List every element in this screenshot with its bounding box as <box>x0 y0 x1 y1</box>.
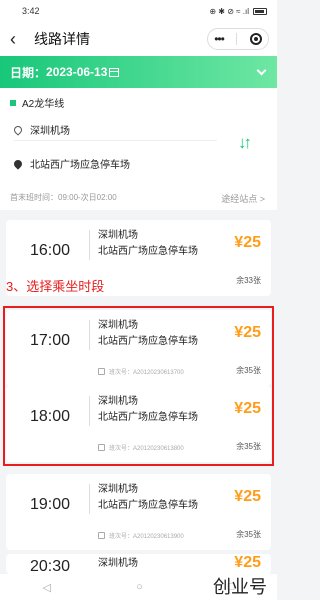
trip-stops: 深圳机场 <box>98 556 138 572</box>
destination-pin-icon <box>12 157 24 170</box>
trip-price: ¥25 <box>234 234 261 251</box>
status-icons-text: ⊕ ✱ ⊘ ≈ .ıl <box>209 6 249 16</box>
date-value: 2023-06-13 <box>46 65 108 79</box>
mini-program-capsule: ••• <box>207 28 269 50</box>
origin-stop: 深圳机场 <box>30 126 70 137</box>
service-hours: 首末班时间：09:00-次日02:00 <box>10 193 117 202</box>
trip-time: 16:00 <box>30 242 71 259</box>
page-title: 线路详情 <box>34 31 90 47</box>
trip-remaining: 余35张 <box>236 530 261 539</box>
trip-from: 深圳机场 <box>98 558 138 569</box>
watermark: 创业号 <box>213 577 267 597</box>
nav-bar: ‹ 线路详情 ••• <box>0 22 277 56</box>
trip-to: 北站西广场应急停车场 <box>98 246 198 257</box>
trip-time: 19:00 <box>30 496 71 513</box>
trip-card[interactable]: 20:30 深圳机场 ¥25 <box>6 554 271 574</box>
via-stops-link[interactable]: 途经站点 > <box>221 192 265 205</box>
trip-bus-no: 班次号：A20120230613900 <box>98 531 184 540</box>
swap-direction-icon[interactable]: ↓↑ <box>238 133 252 153</box>
stop-connector <box>89 230 90 260</box>
stop-connector <box>89 484 90 514</box>
bus-icon <box>98 532 105 539</box>
date-label: 日期： <box>10 65 47 80</box>
route-marker-icon <box>10 99 16 106</box>
route-name: A2龙华线 <box>22 99 65 110</box>
system-home-icon[interactable]: ○ <box>136 581 143 593</box>
status-icons: ⊕ ✱ ⊘ ≈ .ıl <box>209 7 267 16</box>
calendar-icon <box>109 67 120 77</box>
trip-stops: 深圳机场 北站西广场应急停车场 <box>98 482 198 514</box>
status-bar: 3:42 ⊕ ✱ ⊘ ≈ .ıl <box>0 0 277 22</box>
selection-highlight <box>3 306 274 466</box>
trip-remaining: 余33张 <box>236 276 261 285</box>
route-divider <box>14 140 217 141</box>
battery-icon <box>253 7 267 15</box>
destination-stop: 北站西广场应急停车场 <box>30 160 130 171</box>
date-selector[interactable]: 日期： 2023-06-13 <box>0 56 277 88</box>
trip-price: ¥25 <box>234 488 261 505</box>
destination-row: 北站西广场应急停车场 <box>12 156 130 171</box>
capsule-divider <box>236 33 238 45</box>
trip-time: 20:30 <box>30 558 71 574</box>
trip-from: 深圳机场 <box>98 230 138 241</box>
system-back-icon[interactable]: ◁ <box>43 581 51 594</box>
back-arrow-icon[interactable]: ‹ <box>10 30 28 48</box>
origin-row: 深圳机场 <box>12 122 70 137</box>
chevron-down-icon <box>256 65 267 76</box>
status-time: 3:42 <box>22 6 40 16</box>
trip-stops: 深圳机场 北站西广场应急停车场 <box>98 228 198 260</box>
route-card: A2龙华线 深圳机场 北站西广场应急停车场 ↓↑ 首末班时间：09:00-次日0… <box>0 88 277 210</box>
more-menu-icon[interactable]: ••• <box>214 32 225 46</box>
close-miniprogram-icon[interactable] <box>249 33 262 45</box>
hours-row: 首末班时间：09:00-次日02:00 途经站点 > <box>10 192 265 205</box>
step-annotation: 3、选择乘坐时段 <box>6 279 105 294</box>
trip-price: ¥25 <box>234 554 261 571</box>
bus-number: 班次号：A20120230613900 <box>109 534 184 540</box>
trip-to: 北站西广场应急停车场 <box>98 500 198 511</box>
origin-pin-icon <box>12 123 24 136</box>
trip-card[interactable]: 19:00 深圳机场 北站西广场应急停车场 ¥25 班次号：A201202306… <box>6 474 271 550</box>
trip-from: 深圳机场 <box>98 484 138 495</box>
route-name-row: A2龙华线 <box>10 95 64 110</box>
